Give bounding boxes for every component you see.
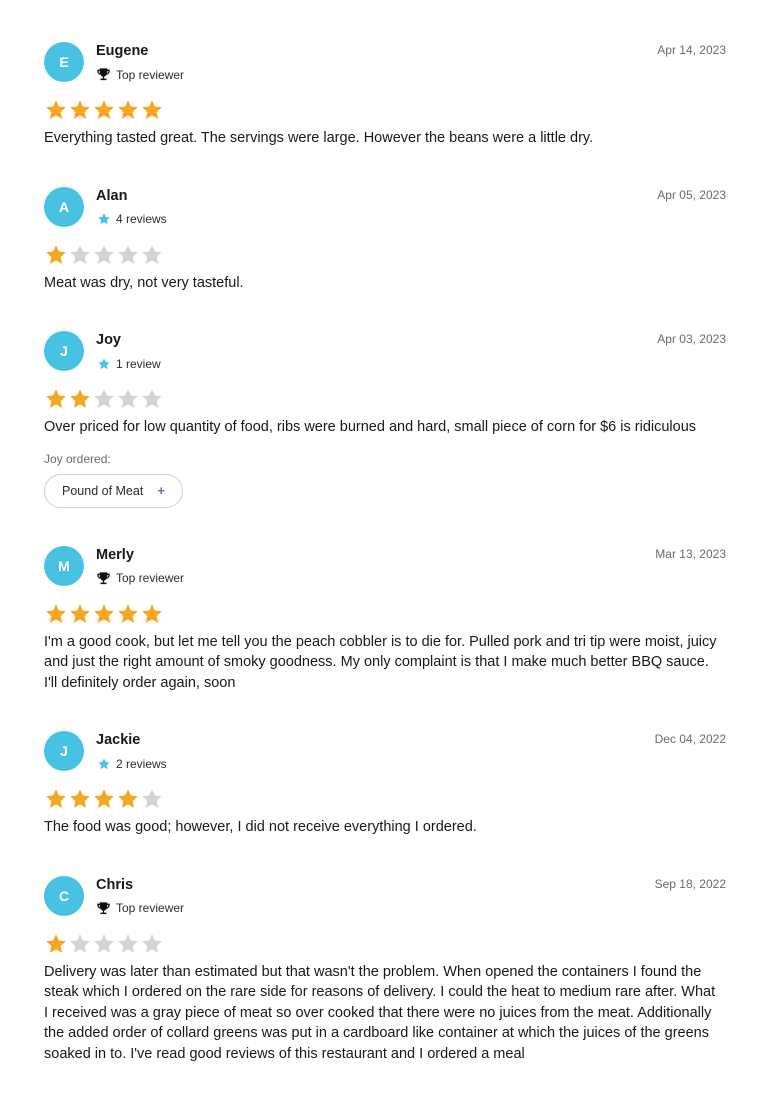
reviewer-badge-text: 4 reviews (116, 212, 167, 226)
review-card: C Chris Top reviewer Sep 18, 2022 Delive… (44, 874, 726, 1065)
review-header: J Joy 1 review Apr 03, 2023 (44, 329, 726, 373)
reviewer-meta: 2 reviews (96, 756, 167, 771)
ordered-item-label: Pound of Meat (62, 483, 144, 498)
trophy-icon (96, 901, 111, 916)
reviewer-badge-text: Top reviewer (116, 571, 185, 585)
star-filled-icon (44, 243, 68, 267)
avatar: J (44, 731, 84, 771)
reviewer-name[interactable]: Eugene (96, 43, 148, 59)
review-date: Mar 13, 2023 (655, 546, 726, 561)
avatar: M (44, 545, 84, 586)
star-empty-icon (116, 243, 140, 267)
star-filled-icon (44, 787, 68, 811)
star-empty-icon (116, 932, 140, 956)
reviewer-name[interactable]: Chris (96, 877, 133, 893)
star-icon (96, 212, 111, 227)
review-header: E Eugene Top reviewer Apr 14, 2023 (44, 40, 726, 84)
star-filled-icon (92, 787, 116, 811)
star-filled-icon (68, 602, 92, 626)
star-empty-icon (140, 243, 164, 267)
star-filled-icon (116, 602, 140, 626)
star-filled-icon (116, 98, 140, 122)
star-empty-icon (140, 932, 164, 956)
review-text: I'm a good cook, but let me tell you the… (44, 633, 717, 691)
avatar: E (44, 42, 84, 82)
avatar: C (44, 875, 84, 916)
star-rating (44, 98, 726, 122)
reviewer-name[interactable]: Merly (96, 547, 134, 563)
star-empty-icon (116, 387, 140, 411)
star-empty-icon (140, 387, 164, 411)
trophy-icon (96, 571, 111, 586)
review-text: The food was good; however, I did not re… (44, 819, 477, 835)
star-filled-icon (44, 932, 68, 956)
review-card: A Alan 4 reviews Apr 05, 2023 Meat was d… (44, 185, 726, 294)
reviewer-meta: Top reviewer (96, 901, 184, 916)
star-filled-icon (44, 387, 68, 411)
review-card: J Joy 1 review Apr 03, 2023 Over priced … (44, 329, 726, 508)
reviewer-meta: Top reviewer (96, 67, 184, 82)
review-card: E Eugene Top reviewer Apr 14, 2023 Every… (44, 40, 726, 149)
review-text: Meat was dry, not very tasteful. (44, 274, 244, 291)
star-filled-icon (68, 787, 92, 811)
reviewer-badge-text: Top reviewer (116, 901, 185, 915)
star-filled-icon (140, 602, 164, 626)
avatar: A (44, 186, 84, 227)
star-icon (96, 756, 111, 771)
star-filled-icon (92, 602, 116, 626)
star-empty-icon (92, 243, 116, 267)
star-filled-icon (44, 98, 68, 122)
reviewer-name[interactable]: Alan (96, 188, 127, 204)
reviewer-name[interactable]: Joy (96, 332, 121, 348)
review-date: Apr 03, 2023 (657, 332, 726, 346)
review-card: J Jackie 2 reviews Dec 04, 2022 The food… (44, 729, 726, 838)
review-header: A Alan 4 reviews Apr 05, 2023 (44, 185, 726, 229)
star-filled-icon (44, 602, 68, 626)
review-date: Dec 04, 2022 (654, 732, 726, 746)
review-date: Apr 14, 2023 (657, 43, 726, 57)
review-text: Delivery was later than estimated but th… (44, 963, 716, 1062)
reviewer-meta: 4 reviews (96, 212, 167, 227)
star-rating (44, 243, 726, 267)
review-date: Apr 05, 2023 (657, 187, 726, 202)
ordered-label: Joy ordered: (44, 451, 111, 466)
reviewer-badge-text: 2 reviews (116, 756, 167, 771)
star-icon (96, 356, 111, 371)
star-rating (44, 787, 726, 811)
reviewer-meta: Top reviewer (96, 571, 184, 586)
star-filled-icon (92, 98, 116, 122)
reviewer-meta: 1 review (96, 356, 161, 371)
plus-icon: + (157, 483, 165, 498)
star-filled-icon (68, 98, 92, 122)
star-empty-icon (92, 932, 116, 956)
star-empty-icon (92, 387, 116, 411)
star-filled-icon (116, 787, 140, 811)
star-rating (44, 932, 726, 956)
star-filled-icon (140, 98, 164, 122)
star-filled-icon (68, 387, 92, 411)
review-text: Everything tasted great. The servings we… (44, 130, 594, 146)
review-header: J Jackie 2 reviews Dec 04, 2022 (44, 729, 726, 773)
reviewer-name[interactable]: Jackie (96, 732, 140, 748)
trophy-icon (96, 67, 111, 82)
review-card: M Merly Top reviewer Mar 13, 2023 I'm a … (44, 544, 726, 694)
review-date: Sep 18, 2022 (654, 876, 726, 891)
review-header: M Merly Top reviewer Mar 13, 2023 (44, 544, 726, 588)
star-empty-icon (68, 932, 92, 956)
reviewer-badge-text: Top reviewer (116, 67, 185, 82)
review-text: Over priced for low quantity of food, ri… (44, 419, 697, 435)
avatar: J (44, 331, 84, 371)
ordered-item-chip[interactable]: Pound of Meat + (44, 473, 183, 508)
review-header: C Chris Top reviewer Sep 18, 2022 (44, 874, 726, 918)
star-empty-icon (68, 243, 92, 267)
star-rating (44, 602, 726, 626)
star-rating (44, 387, 726, 411)
reviews-list: E Eugene Top reviewer Apr 14, 2023 Every… (44, 40, 726, 1100)
star-empty-icon (140, 787, 164, 811)
reviewer-badge-text: 1 review (116, 356, 161, 371)
